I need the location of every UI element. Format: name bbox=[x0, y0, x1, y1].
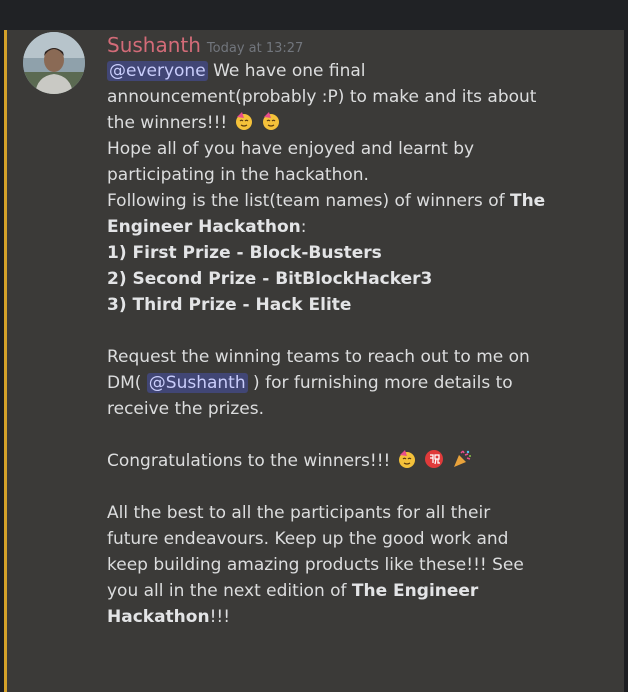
party-popper-icon bbox=[453, 450, 471, 467]
message-line: Hackathon!!! bbox=[107, 604, 623, 630]
message-line: Hope all of you have enjoyed and learnt … bbox=[107, 139, 475, 159]
winner-item: 1) First Prize - Block-Busters bbox=[107, 240, 623, 266]
message-line: @everyone We have one final bbox=[107, 58, 623, 84]
message-header: Sushanth Today at 13:27 bbox=[107, 32, 623, 58]
text-segment: Following is the list(team names) of win… bbox=[107, 191, 510, 211]
chat-message: Sushanth Today at 13:27 @everyone We have… bbox=[7, 30, 624, 692]
text-segment: We have one final bbox=[207, 61, 366, 81]
message-line: Following is the list(team names) of win… bbox=[107, 188, 623, 214]
avatar-photo-icon bbox=[23, 32, 85, 94]
winner-item: 2) Second Prize - BitBlockHacker3 bbox=[107, 266, 623, 292]
text-segment: : bbox=[300, 217, 307, 237]
screenshot-frame: Sushanth Today at 13:27 @everyone We have… bbox=[0, 0, 628, 692]
message-line: you all in the next edition of The Engin… bbox=[107, 578, 623, 604]
congratulations-ideograph-icon bbox=[425, 450, 444, 468]
message-content: Sushanth Today at 13:27 @everyone We have… bbox=[107, 32, 623, 630]
bold-text: Hackathon bbox=[107, 607, 210, 627]
message-line: receive the prizes. bbox=[107, 399, 264, 419]
bold-text: The Engineer bbox=[351, 581, 479, 601]
message-line: future endeavours. Keep up the good work… bbox=[107, 529, 509, 549]
author-name[interactable]: Sushanth bbox=[107, 33, 201, 57]
message-line: Congratulations to the winners!!! bbox=[107, 448, 623, 474]
avatar[interactable] bbox=[23, 32, 85, 94]
message-timestamp[interactable]: Today at 13:27 bbox=[207, 41, 303, 56]
message-panel: Sushanth Today at 13:27 @everyone We have… bbox=[4, 30, 624, 692]
message-line: the winners!!! bbox=[107, 110, 623, 136]
message-line: keep building amazing products like thes… bbox=[107, 555, 524, 575]
text-segment: !!! bbox=[209, 607, 231, 627]
bold-text: The bbox=[509, 191, 546, 211]
bold-text: 2) Second Prize - BitBlockHacker3 bbox=[107, 269, 433, 289]
message-line: Engineer Hackathon: bbox=[107, 214, 623, 240]
winner-item: 3) Third Prize - Hack Elite bbox=[107, 292, 623, 318]
text-segment: ) for furnishing more details to bbox=[247, 373, 513, 393]
bold-text: 1) First Prize - Block-Busters bbox=[107, 243, 382, 263]
message-line: announcement(probably :P) to make and it… bbox=[107, 87, 537, 107]
bold-text: 3) Third Prize - Hack Elite bbox=[107, 295, 352, 315]
partying-face-icon bbox=[235, 112, 252, 130]
text-segment: the winners!!! bbox=[107, 113, 228, 133]
message-line: Request the winning teams to reach out t… bbox=[107, 347, 530, 367]
text-segment: DM( bbox=[107, 373, 147, 393]
partying-face-icon bbox=[263, 112, 280, 130]
partying-face-icon bbox=[398, 450, 415, 468]
message-line: All the best to all the participants for… bbox=[107, 503, 491, 523]
channel-top-bar bbox=[0, 0, 628, 30]
message-line: participating in the hackathon. bbox=[107, 165, 369, 185]
text-segment: Congratulations to the winners!!! bbox=[107, 451, 391, 471]
text-segment: you all in the next edition of bbox=[107, 581, 352, 601]
bold-text: Engineer Hackathon bbox=[107, 217, 301, 237]
mention-everyone[interactable]: @everyone bbox=[107, 61, 208, 81]
message-line: DM( @Sushanth ) for furnishing more deta… bbox=[107, 370, 623, 396]
mention-user[interactable]: @Sushanth bbox=[146, 373, 248, 393]
